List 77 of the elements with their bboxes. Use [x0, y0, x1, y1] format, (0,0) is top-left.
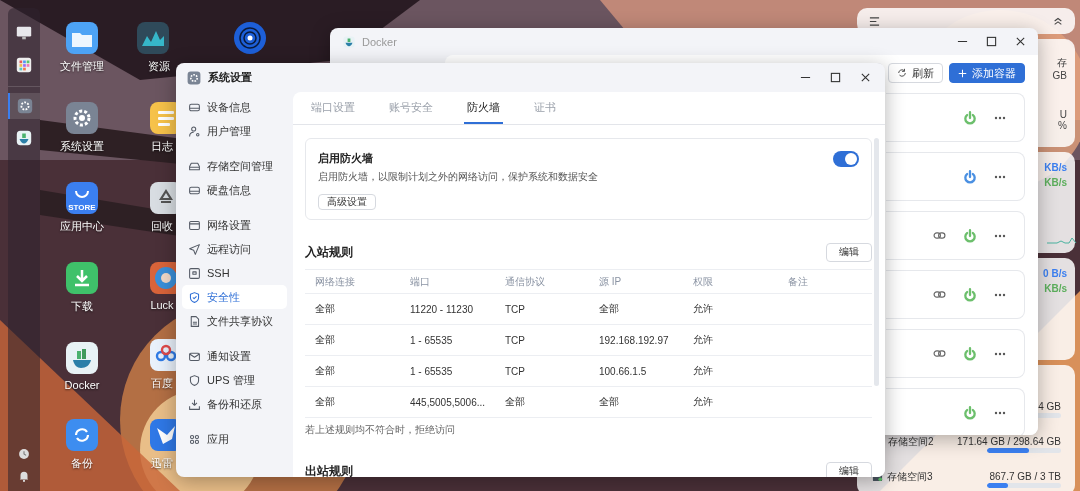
cpu-label: U [1059, 108, 1067, 120]
column-header: 通信协议 [495, 269, 589, 294]
app-label[interactable]: 文件管理 [60, 59, 104, 74]
app-label[interactable]: 应用中心 [60, 219, 104, 234]
table-cell: 100.66.1.5 [589, 356, 683, 387]
app-label[interactable]: Luck [150, 299, 174, 311]
column-header: 备注 [778, 269, 872, 294]
table-cell: 全部 [589, 387, 683, 418]
sidebar-item[interactable]: 通知设置 [182, 344, 287, 368]
table-cell: 全部 [495, 387, 589, 418]
table-cell: 1 - 65535 [400, 356, 495, 387]
column-header: 网络连接 [305, 269, 400, 294]
setting-title: 启用防火墙 [318, 151, 373, 166]
sidebar-item[interactable]: 网络设置 [182, 213, 287, 237]
table-cell: 1 - 65535 [400, 325, 495, 356]
table-cell: TCP [495, 356, 589, 387]
window-title: 系统设置 [208, 70, 253, 85]
advanced-settings-button[interactable]: 高级设置 [318, 194, 376, 210]
add-container-button[interactable]: 添加容器 [949, 63, 1025, 83]
sidebar-item[interactable]: SSH [182, 261, 287, 285]
sidebar-item[interactable]: 备份和还原 [182, 392, 287, 416]
app-label[interactable]: 资源 [148, 59, 170, 74]
upload-speed: 0 B/s [1043, 268, 1067, 279]
sidebar-item[interactable]: 用户管理 [182, 119, 287, 143]
section-title: 出站规则 [305, 462, 353, 477]
sidebar-item[interactable]: 设备信息 [182, 95, 287, 119]
sidebar-item[interactable]: 远程访问 [182, 237, 287, 261]
cpu-value: % [1058, 119, 1067, 131]
table-cell: 全部 [305, 356, 400, 387]
refresh-button[interactable]: 刷新 [888, 63, 943, 83]
download-speed: KB/s [1044, 177, 1067, 188]
memory-value: GB [1052, 69, 1067, 81]
window-title: Docker [362, 35, 398, 48]
upload-speed: KB/s [1044, 162, 1067, 173]
setting-description: 启用防火墙，以限制计划之外的网络访问，保护系统和数据安全 [318, 170, 599, 184]
table-cell: 允许 [683, 387, 778, 418]
table-cell: 445,5005,5006... [400, 387, 495, 418]
table-cell: TCP [495, 325, 589, 356]
table-cell: 11220 - 11230 [400, 294, 495, 325]
table-cell: 允许 [683, 294, 778, 325]
sidebar-item[interactable]: 存储空间管理 [182, 154, 287, 178]
table-cell: 全部 [589, 294, 683, 325]
storage-name: 存储空间2 [888, 436, 934, 447]
table-cell: 全部 [305, 294, 400, 325]
edit-button[interactable]: 编辑 [826, 461, 872, 477]
memory-label: 存 [1057, 55, 1067, 70]
table-cell: 全部 [305, 387, 400, 418]
section-title: 入站规则 [305, 243, 353, 261]
sidebar-item[interactable]: UPS 管理 [182, 368, 287, 392]
column-header: 权限 [683, 269, 778, 294]
table-cell: TCP [495, 294, 589, 325]
app-label[interactable]: 下载 [71, 299, 93, 314]
tab[interactable]: 防火墙 [464, 92, 503, 124]
rule-note: 若上述规则均不符合时，拒绝访问 [305, 423, 456, 437]
app-label[interactable]: 日志 [151, 139, 173, 154]
column-header: 源 IP [589, 269, 683, 294]
storage-usage: 867.7 GB / 3 TB [989, 471, 1061, 482]
app-label[interactable]: 百度 [151, 376, 173, 391]
app-label[interactable]: 回收 [151, 219, 173, 234]
download-speed: KB/s [1044, 283, 1067, 294]
table-cell: 全部 [305, 325, 400, 356]
app-label[interactable]: 系统设置 [60, 139, 104, 154]
sidebar-item[interactable]: 硬盘信息 [182, 178, 287, 202]
store-label: STORE [67, 204, 97, 212]
sidebar-item[interactable]: 应用 [182, 427, 287, 451]
sidebar-item[interactable]: 文件共享协议 [182, 309, 287, 333]
storage-name: 存储空间3 [887, 471, 933, 482]
storage-usage: 4 GB [1038, 401, 1061, 412]
app-label[interactable]: Docker [64, 379, 100, 391]
storage-usage: 171.64 GB / 298.64 GB [957, 436, 1061, 447]
sidebar-item[interactable]: 安全性 [182, 285, 287, 309]
column-header: 端口 [400, 269, 495, 294]
edit-button[interactable]: 编辑 [826, 242, 872, 262]
table-cell: 允许 [683, 325, 778, 356]
table-cell: 允许 [683, 356, 778, 387]
app-label[interactable]: 备份 [71, 456, 93, 471]
table-cell: 192.168.192.97 [589, 325, 683, 356]
